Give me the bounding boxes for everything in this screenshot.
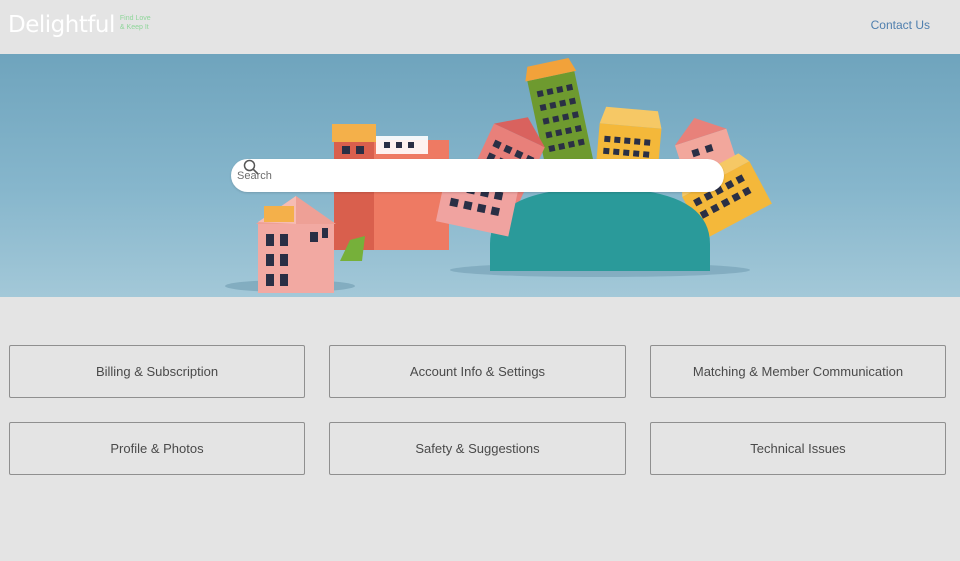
category-grid: Billing & Subscription Account Info & Se…: [9, 345, 946, 475]
logo-tagline-line1: Find Love: [119, 15, 151, 22]
category-profile-photos[interactable]: Profile & Photos: [9, 422, 305, 475]
search-bar[interactable]: [231, 159, 724, 192]
logo-tagline: Find Love & Keep It: [120, 14, 151, 32]
category-billing-subscription[interactable]: Billing & Subscription: [9, 345, 305, 398]
category-technical-issues[interactable]: Technical Issues: [650, 422, 946, 475]
category-account-info-settings[interactable]: Account Info & Settings: [329, 345, 626, 398]
logo[interactable]: Delightful Find Love & Keep It: [8, 10, 151, 40]
category-matching-member-communication[interactable]: Matching & Member Communication: [650, 345, 946, 398]
logo-text: Delightful: [8, 12, 115, 38]
search-icon: [243, 159, 259, 175]
search-input[interactable]: [237, 159, 724, 192]
contact-us-link[interactable]: Contact Us: [871, 18, 930, 32]
hero-banner: [0, 54, 960, 297]
site-header: Delightful Find Love & Keep It Contact U…: [0, 0, 960, 54]
logo-tagline-line2: & Keep It: [119, 24, 149, 31]
category-safety-suggestions[interactable]: Safety & Suggestions: [329, 422, 626, 475]
